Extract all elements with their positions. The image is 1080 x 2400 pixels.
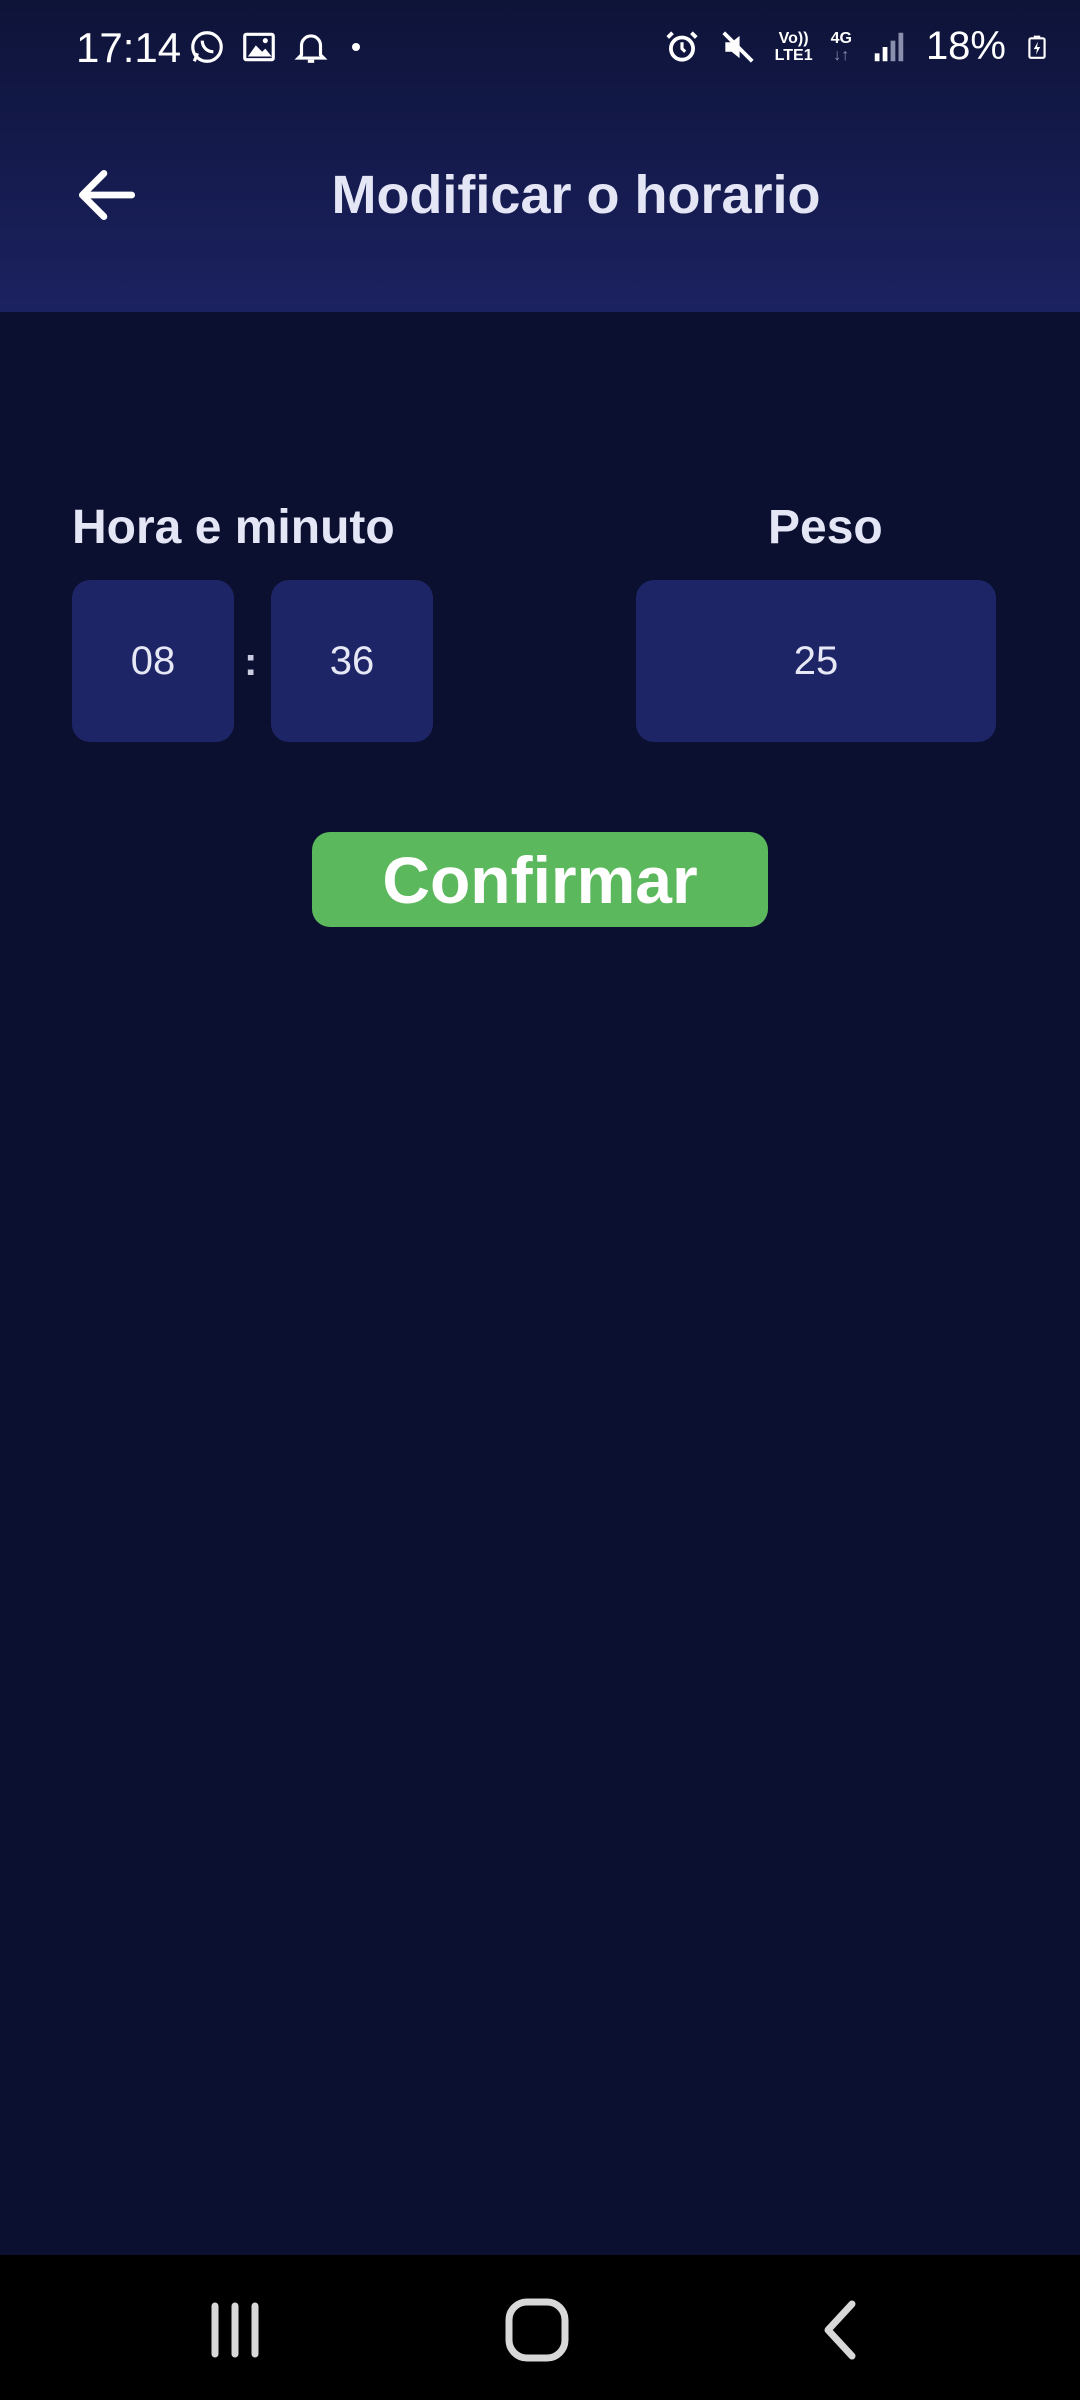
dot-icon — [352, 43, 360, 51]
system-nav-bar — [0, 2255, 1080, 2400]
status-time: 17:14 — [76, 24, 182, 71]
confirm-button[interactable]: Confirmar — [312, 832, 768, 927]
bell-icon — [294, 34, 328, 63]
status-left-icons — [188, 28, 368, 66]
time-separator: : — [244, 640, 258, 684]
weight-label: Peso — [768, 501, 883, 554]
volte-icon: Vo)) LTE1 — [774, 29, 813, 64]
battery-charging-icon — [1028, 35, 1046, 59]
status-bar: 17:14 Vo)) LTE1 4G ↓↑ 18% — [0, 0, 1080, 100]
signal-icon — [874, 32, 904, 61]
battery-percent: 18% — [925, 24, 1006, 68]
alarm-icon — [666, 30, 698, 62]
back-icon[interactable] — [800, 2290, 880, 2370]
recent-apps-icon[interactable] — [195, 2290, 275, 2370]
mute-icon — [722, 30, 754, 63]
minute-field[interactable]: 36 — [271, 580, 433, 742]
weight-field[interactable]: 25 — [636, 580, 996, 742]
whatsapp-icon — [191, 31, 223, 63]
home-icon[interactable] — [497, 2290, 577, 2370]
hour-field[interactable]: 08 — [72, 580, 234, 742]
time-label: Hora e minuto — [72, 501, 395, 554]
app-bar: Modificar o horario — [0, 120, 1080, 270]
header: 17:14 Vo)) LTE1 4G ↓↑ 18% Modificar o ho… — [0, 0, 1080, 312]
network-4g-icon: 4G ↓↑ — [830, 29, 852, 64]
image-icon — [243, 32, 275, 62]
status-right-icons: Vo)) LTE1 4G ↓↑ 18% — [663, 24, 1050, 69]
page-title: Modificar o horario — [331, 165, 821, 225]
